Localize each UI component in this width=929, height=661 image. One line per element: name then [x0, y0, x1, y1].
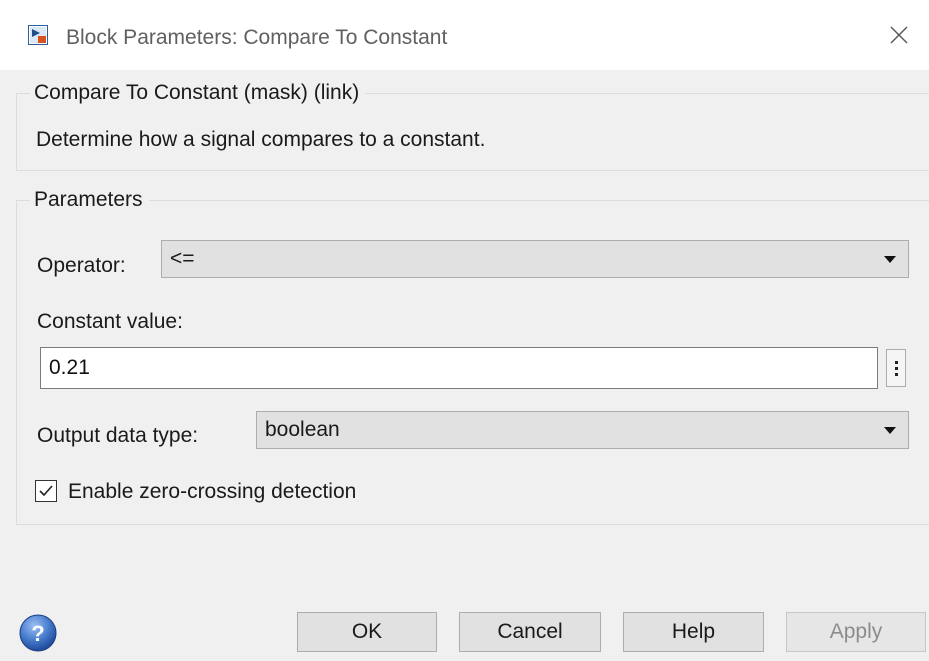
- operator-dropdown[interactable]: <=: [161, 240, 909, 278]
- kebab-dot-icon: [894, 366, 898, 370]
- zero-crossing-checkbox[interactable]: [35, 480, 57, 502]
- svg-text:?: ?: [31, 621, 44, 646]
- output-data-type-label: Output data type:: [37, 424, 199, 447]
- kebab-dot-icon: [894, 360, 898, 364]
- zero-crossing-label: Enable zero-crossing detection: [68, 480, 357, 503]
- operator-value: <=: [170, 247, 195, 270]
- constant-value-input[interactable]: [40, 347, 878, 389]
- chevron-down-icon: [884, 256, 896, 263]
- description-group-legend: Compare To Constant (mask) (link): [30, 80, 366, 106]
- title-bar: Block Parameters: Compare To Constant: [0, 0, 929, 70]
- chevron-down-icon: [884, 427, 896, 434]
- close-button[interactable]: [869, 0, 929, 70]
- checkmark-icon: [39, 485, 53, 497]
- window-title: Block Parameters: Compare To Constant: [66, 26, 448, 49]
- parameters-group-legend: Parameters: [30, 187, 149, 213]
- simulink-block-icon: [28, 25, 48, 45]
- kebab-dot-icon: [894, 372, 898, 376]
- operator-label: Operator:: [37, 254, 126, 277]
- more-options-button[interactable]: [886, 349, 906, 387]
- constant-value-label: Constant value:: [37, 310, 183, 333]
- output-data-type-dropdown[interactable]: boolean: [256, 411, 909, 449]
- help-button[interactable]: Help: [623, 612, 764, 652]
- ok-button[interactable]: OK: [297, 612, 437, 652]
- cancel-button[interactable]: Cancel: [459, 612, 601, 652]
- close-icon: [890, 26, 908, 44]
- apply-button[interactable]: Apply: [786, 612, 926, 652]
- output-data-type-value: boolean: [265, 418, 340, 441]
- question-mark-icon[interactable]: ?: [18, 613, 58, 653]
- block-description: Determine how a signal compares to a con…: [36, 128, 486, 151]
